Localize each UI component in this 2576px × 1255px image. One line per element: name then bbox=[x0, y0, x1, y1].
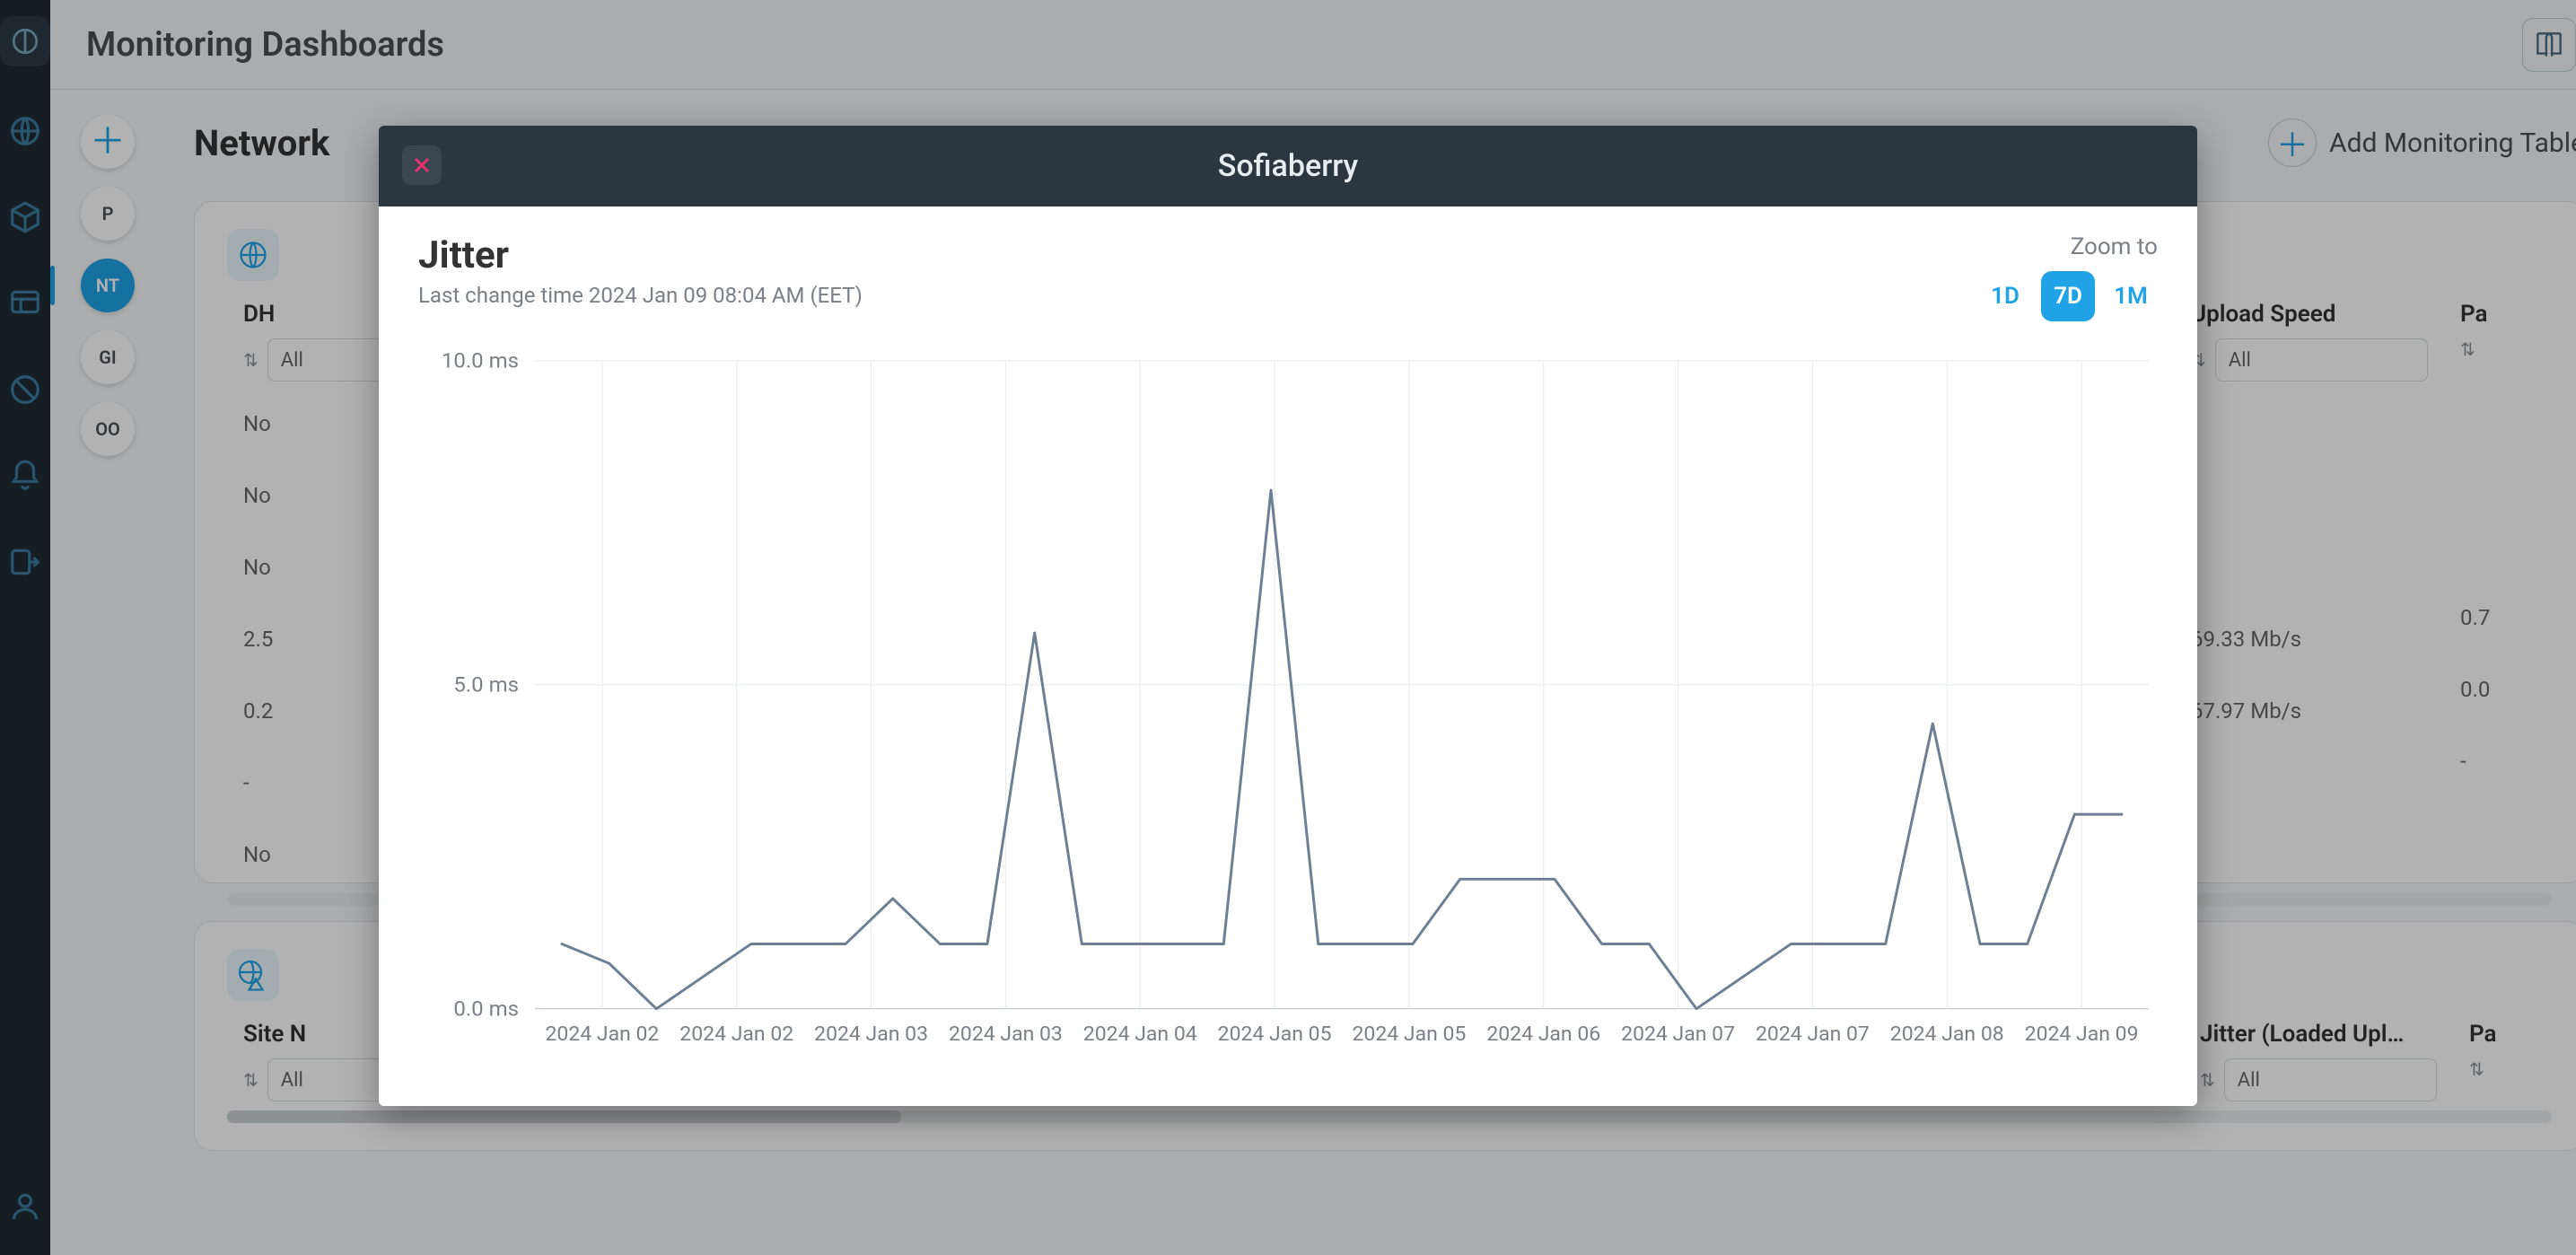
svg-text:2024 Jan 02: 2024 Jan 02 bbox=[545, 1022, 659, 1046]
zoom-7d[interactable]: 7D bbox=[2041, 271, 2095, 321]
svg-text:2024 Jan 02: 2024 Jan 02 bbox=[679, 1022, 793, 1046]
svg-text:2024 Jan 04: 2024 Jan 04 bbox=[1083, 1022, 1197, 1046]
zoom-label: Zoom to bbox=[1978, 233, 2158, 260]
metric-subtitle: Last change time 2024 Jan 09 08:04 AM (E… bbox=[418, 283, 863, 308]
svg-text:10.0 ms: 10.0 ms bbox=[442, 352, 519, 373]
svg-text:2024 Jan 07: 2024 Jan 07 bbox=[1621, 1022, 1735, 1046]
svg-text:2024 Jan 03: 2024 Jan 03 bbox=[814, 1022, 928, 1046]
svg-text:2024 Jan 05: 2024 Jan 05 bbox=[1218, 1022, 1332, 1046]
close-icon bbox=[411, 154, 433, 176]
jitter-chart: 0.0 ms 5.0 ms 10.0 ms 2024 Jan 02 2024 Jan 0… bbox=[418, 334, 2158, 1070]
modal-title: Sofiaberry bbox=[379, 148, 2197, 184]
svg-text:2024 Jan 07: 2024 Jan 07 bbox=[1756, 1022, 1870, 1046]
svg-text:2024 Jan 06: 2024 Jan 06 bbox=[1486, 1022, 1600, 1046]
metric-name: Jitter bbox=[418, 233, 863, 277]
zoom-1m[interactable]: 1M bbox=[2104, 271, 2158, 321]
close-button[interactable] bbox=[402, 145, 442, 185]
svg-text:2024 Jan 03: 2024 Jan 03 bbox=[949, 1022, 1063, 1046]
svg-text:0.0 ms: 0.0 ms bbox=[453, 996, 519, 1022]
svg-text:2024 Jan 05: 2024 Jan 05 bbox=[1352, 1022, 1466, 1046]
svg-text:2024 Jan 08: 2024 Jan 08 bbox=[1890, 1022, 2004, 1046]
chart-modal: Sofiaberry Jitter Last change time 2024 … bbox=[379, 126, 2197, 1106]
svg-text:2024 Jan 09: 2024 Jan 09 bbox=[2025, 1022, 2139, 1046]
zoom-1d[interactable]: 1D bbox=[1978, 271, 2032, 321]
svg-text:5.0 ms: 5.0 ms bbox=[453, 672, 519, 698]
modal-header: Sofiaberry bbox=[379, 126, 2197, 206]
